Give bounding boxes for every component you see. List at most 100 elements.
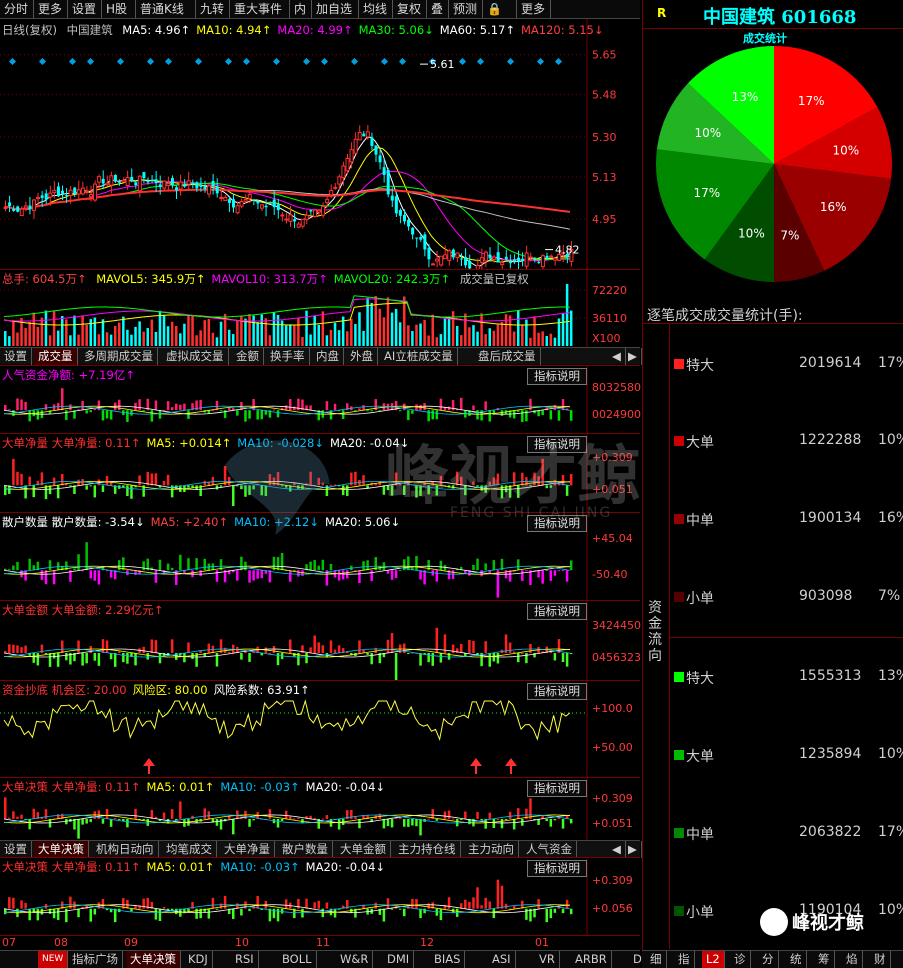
indicator-explain-button[interactable]: 指标说明	[527, 780, 587, 797]
scroll-right-icon[interactable]: ▶	[624, 348, 642, 365]
indicator-explain-button[interactable]: 指标说明	[527, 603, 587, 620]
tab-均笔成交[interactable]: 均笔成交	[162, 841, 217, 858]
tab-大单净量[interactable]: 大单净量	[220, 841, 275, 858]
tab-多周期成交量[interactable]: 多周期成交量	[80, 348, 158, 365]
indicator-bar	[403, 818, 406, 827]
indicator-bar	[545, 569, 548, 571]
volume-bar	[329, 329, 333, 346]
indicator-explain-button[interactable]: 指标说明	[527, 436, 587, 453]
indicator-bar	[484, 563, 487, 571]
tab-大单金额[interactable]: 大单金额	[336, 841, 391, 858]
toolbar-item-7[interactable]: 内	[290, 0, 312, 18]
toolbar-item-2[interactable]: 设置	[68, 0, 102, 18]
bottom-tab-W&R[interactable]: W&R	[336, 951, 374, 968]
right-tab-筹[interactable]: 筹	[814, 951, 835, 968]
volume-bar	[293, 324, 296, 346]
indicator-bar	[521, 652, 524, 654]
toolbar-item-8[interactable]: 加自选	[312, 0, 359, 18]
tab-盘后成交量[interactable]: 盘后成交量	[474, 348, 541, 365]
candlestick-chart[interactable]: 5.65 5.48 5.30 5.13 4.95 5.61 4.82	[0, 19, 640, 269]
right-tab-统[interactable]: 统	[786, 951, 807, 968]
tab-AI立桩成交量[interactable]: AI立桩成交量	[380, 348, 458, 365]
right-tab-分[interactable]: 分	[758, 951, 779, 968]
indicator-bar	[44, 809, 48, 819]
toolbar-item-0[interactable]: 分时	[0, 0, 34, 18]
indicator-explain-button[interactable]: 指标说明	[527, 515, 587, 532]
toolbar-item-11[interactable]: 叠	[427, 0, 449, 18]
bottom-tab-BOLL[interactable]: BOLL	[278, 951, 317, 968]
indicator-explain-button[interactable]: 指标说明	[527, 683, 587, 700]
indicator-bar	[370, 570, 373, 582]
bottom-tab-RSI[interactable]: RSI	[231, 951, 259, 968]
bottom-tab-KDJ[interactable]: KDJ	[184, 951, 213, 968]
bottom-tab-ASI[interactable]: ASI	[488, 951, 516, 968]
tab-金额[interactable]: 金额	[232, 348, 264, 365]
volume-bar	[12, 320, 15, 346]
tab-换手率[interactable]: 换手率	[266, 348, 310, 365]
indicator-explain-button[interactable]: 指标说明	[527, 860, 587, 877]
bottom-tab-BIAS[interactable]: BIAS	[430, 951, 466, 968]
bottom-tab-ARBR[interactable]: ARBR	[571, 951, 612, 968]
right-tab-L2[interactable]: L2	[702, 951, 725, 968]
bottom-tab-大单决策[interactable]: 大单决策	[126, 951, 181, 968]
indicator-panel-5: 资金抄底 机会区: 20.00 风险区: 80.00 风险系数: 63.91↑ 指标说…	[0, 680, 640, 778]
candle-body	[12, 208, 16, 211]
right-tab-细[interactable]: 细	[646, 951, 667, 968]
indicator-bar	[382, 485, 386, 495]
toolbar-item-13[interactable]: 🔒	[483, 0, 517, 18]
scroll-right-icon[interactable]: ▶	[624, 841, 642, 858]
toolbar-item-12[interactable]: 预测	[449, 0, 483, 18]
legend-swatch	[674, 828, 684, 838]
volume-bar	[447, 317, 451, 346]
bottom-tab-NEW[interactable]: NEW	[38, 951, 69, 968]
indicator-bar	[170, 407, 174, 411]
bottom-tab-指标广场[interactable]: 指标广场	[68, 951, 123, 968]
indicator-bar	[12, 897, 15, 909]
right-tab-焰[interactable]: 焰	[842, 951, 863, 968]
tab-主力动向[interactable]: 主力动向	[464, 841, 519, 858]
tab-外盘[interactable]: 外盘	[346, 348, 378, 365]
tab-散户数量[interactable]: 散户数量	[278, 841, 333, 858]
bottom-tab-DMI[interactable]: DMI	[383, 951, 415, 968]
trade-volume: 2019614	[799, 355, 862, 371]
right-tab-指[interactable]: 指	[674, 951, 695, 968]
indicator-bar	[158, 559, 162, 571]
volume-bar	[268, 335, 272, 346]
tab-主力持仓线[interactable]: 主力持仓线	[394, 841, 461, 858]
indicator-bar	[297, 818, 300, 820]
mavol-line	[3, 302, 570, 326]
indicator-bar	[4, 908, 7, 915]
indicator-bar	[350, 809, 353, 819]
tab-内盘[interactable]: 内盘	[312, 348, 344, 365]
volume-bar	[203, 320, 206, 346]
bottom-tab-VR[interactable]: VR	[535, 951, 560, 968]
tab-虚拟成交量[interactable]: 虚拟成交量	[162, 348, 229, 365]
toolbar-item-1[interactable]: 更多	[34, 0, 68, 18]
toolbar-item-6[interactable]: 重大事件	[230, 0, 290, 18]
tab-机构日动向[interactable]: 机构日动向	[92, 841, 159, 858]
toolbar-item-3[interactable]: H股	[102, 0, 136, 18]
toolbar-item-9[interactable]: 均线	[359, 0, 393, 18]
right-tab-诊[interactable]: 诊	[730, 951, 751, 968]
indicator-bar	[276, 818, 280, 828]
indicator-y-tick: +0.309	[592, 791, 633, 805]
indicator-explain-button[interactable]: 指标说明	[527, 368, 587, 385]
tab-设置[interactable]: 设置	[0, 841, 32, 858]
right-tab-财[interactable]: 财	[870, 951, 891, 968]
indicator-bar	[170, 639, 174, 653]
indicator-bar	[325, 902, 329, 909]
toolbar-item-5[interactable]: 九转	[196, 0, 230, 18]
toolbar-item-4[interactable]: 普通K线	[136, 0, 196, 18]
indicator-bar	[109, 818, 113, 827]
toolbar-item-14[interactable]: 更多	[517, 0, 551, 18]
toolbar-item-10[interactable]: 复权	[393, 0, 427, 18]
tab-成交量[interactable]: 成交量	[34, 348, 78, 365]
tab-人气资金[interactable]: 人气资金	[522, 841, 577, 858]
indicator-bar	[293, 406, 296, 411]
volume-chart[interactable]: 72220 36110 X100	[0, 270, 640, 348]
high-price-label: 5.61	[430, 58, 455, 71]
volume-bar	[166, 326, 170, 346]
tab-设置[interactable]: 设置	[0, 348, 32, 365]
volume-bar	[403, 296, 406, 346]
tab-大单决策[interactable]: 大单决策	[34, 841, 89, 858]
